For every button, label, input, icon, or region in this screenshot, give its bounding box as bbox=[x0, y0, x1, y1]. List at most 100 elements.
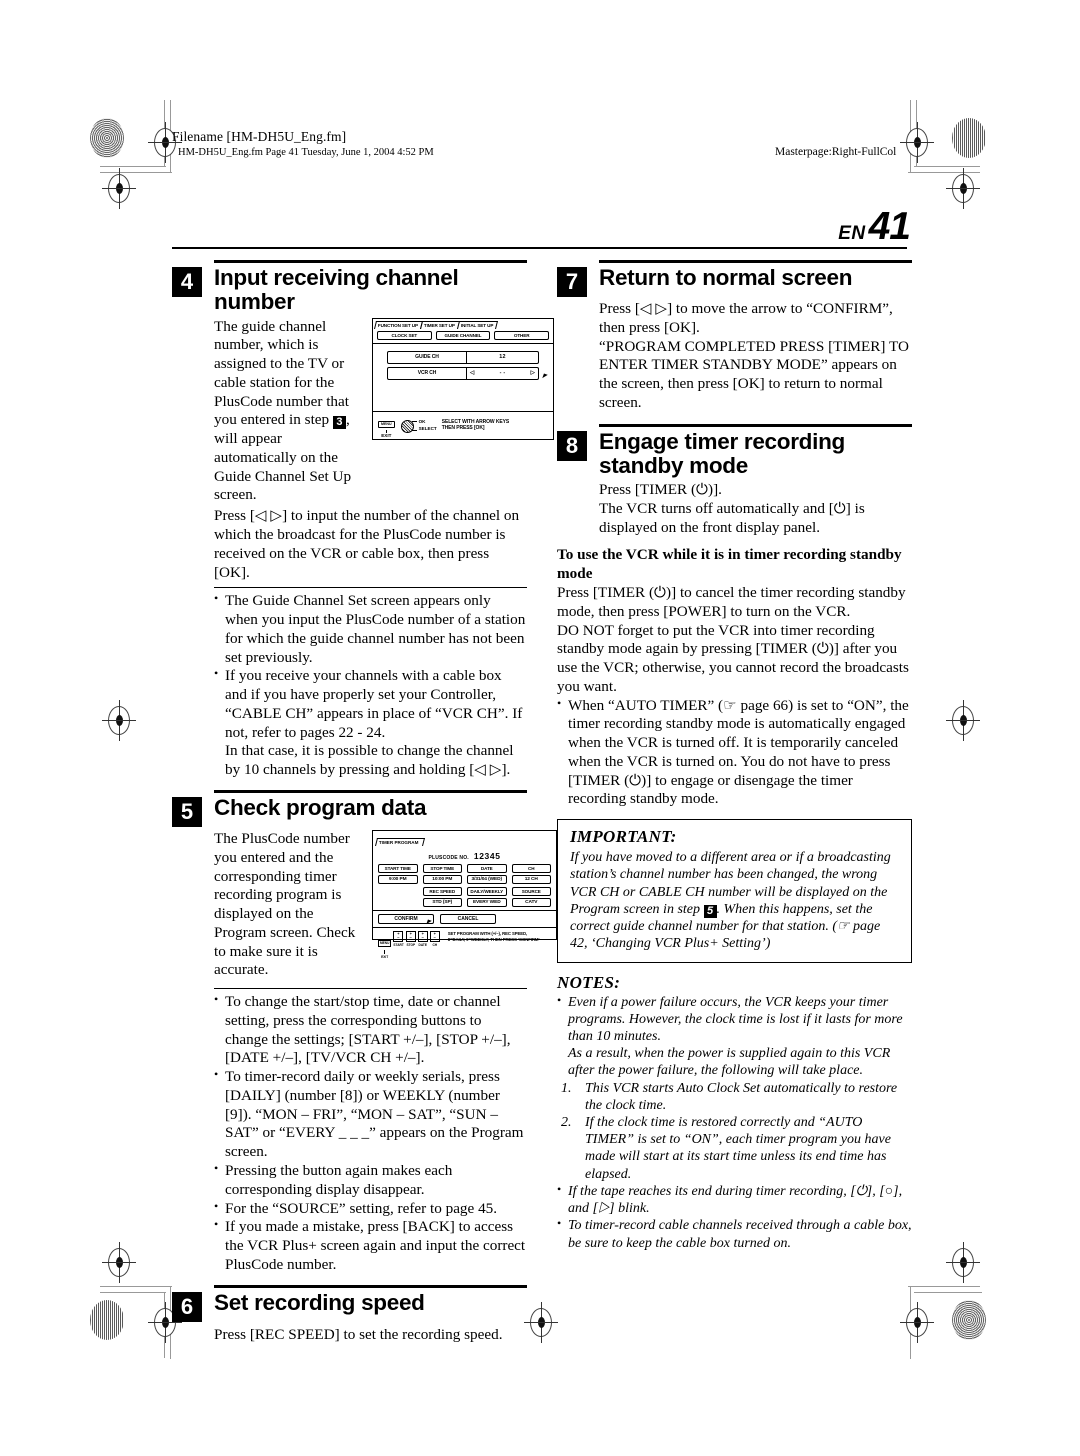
crop-line-bottom-left-h bbox=[100, 1286, 172, 1287]
osd-row-vcr-ch[interactable]: VCR CH ◁ - - ▷ bbox=[387, 366, 539, 380]
guide-channel-osd-figure: FUNCTION SET UP TIMER SET UP INITIAL SET… bbox=[372, 317, 554, 440]
osd-tab-function-set-up[interactable]: FUNCTION SET UP bbox=[374, 320, 424, 329]
list-item: When “AUTO TIMER” (☞ page 66) is set to … bbox=[557, 696, 912, 810]
step-4-para2: Press [◁ ▷] to input the number of the c… bbox=[214, 507, 520, 581]
osd-timer-key-legend: MENU EXIT + − START + − STOP + − DATE + … bbox=[378, 930, 442, 959]
plus-minus-key-date: + − DATE bbox=[417, 930, 428, 947]
osd-field-value: EVERY WED bbox=[467, 897, 507, 907]
osd-subtab-guide-channel[interactable]: GUIDE CHANNEL bbox=[435, 330, 491, 340]
registration-mark bbox=[946, 168, 980, 209]
left-column: 4 Input receiving channel number The gui… bbox=[172, 260, 557, 1344]
step-5-intro: The PlusCode number you entered and the … bbox=[214, 829, 356, 979]
step-6-header: 6 Set recording speed bbox=[172, 1284, 527, 1322]
osd-row-label: VCR CH bbox=[388, 367, 467, 379]
menu-key-label: MENU bbox=[378, 939, 392, 947]
step-4-intro: The guide channel number, which is assig… bbox=[214, 317, 349, 429]
osd-field-stop-time[interactable]: STOP TIME 10:00 PM bbox=[422, 863, 462, 884]
osd-timer-actions: CONFIRM CANCEL bbox=[373, 909, 556, 927]
important-title: IMPORTANT: bbox=[570, 827, 677, 847]
list-item: If the tape reaches its end during timer… bbox=[557, 1182, 912, 1217]
timer-program-osd-figure: TIMER PROGRAM PLUSCODE NO. 12345 START TI… bbox=[372, 829, 557, 959]
osd-tab-row: FUNCTION SET UP TIMER SET UP INITIAL SET… bbox=[373, 319, 553, 329]
osd-field-label: START TIME bbox=[378, 863, 418, 873]
osd-row-value: - - bbox=[499, 370, 506, 377]
right-arrow-icon[interactable]: ▷ bbox=[531, 370, 535, 376]
osd-field-rec-speed[interactable]: REC SPEED STD (SP) bbox=[422, 886, 462, 907]
list-item: 2. If the clock time is restored correctl… bbox=[559, 1114, 912, 1183]
osd-pluscode-row: PLUSCODE NO. 12345 bbox=[373, 849, 556, 864]
step-4-rule bbox=[214, 260, 527, 263]
osd-tab-timer-set-up[interactable]: TIMER SET UP bbox=[420, 320, 461, 329]
notes-ordered-list: 1. This VCR starts Auto Clock Set automat… bbox=[557, 1080, 912, 1183]
registration-mark bbox=[900, 122, 934, 163]
step-6-body: Press [REC SPEED] to set the recording s… bbox=[214, 1325, 503, 1343]
step-8-bullet-list: When “AUTO TIMER” (☞ page 66) is set to … bbox=[557, 696, 912, 810]
osd-field-value: 3/31/04 (WED) bbox=[467, 874, 507, 884]
print-screen-patch-bottom-left bbox=[90, 1300, 124, 1340]
crop-line-bottom-right-v2 bbox=[916, 1292, 982, 1293]
crop-line-top-right-h2 bbox=[914, 166, 980, 167]
osd-subtab-clock-set[interactable]: CLOCK SET bbox=[377, 330, 432, 340]
registration-mark bbox=[102, 700, 136, 741]
jog-wheel-icon bbox=[399, 418, 417, 433]
print-screen-patch-bottom-right bbox=[952, 1300, 986, 1340]
osd-field-start-time[interactable]: START TIME 9:00 PM bbox=[378, 863, 418, 884]
osd-guide-channel-screen: FUNCTION SET UP TIMER SET UP INITIAL SET… bbox=[372, 317, 554, 440]
step-4-divider bbox=[214, 587, 527, 589]
osd-pluscode-label: PLUSCODE NO. bbox=[428, 854, 469, 861]
select-key-label: SELECT bbox=[418, 426, 437, 432]
important-callout: IMPORTANT: If you have moved to a differ… bbox=[557, 819, 912, 963]
exit-key-label: EXIT bbox=[381, 954, 389, 959]
registration-mark bbox=[946, 1242, 980, 1283]
step-5-header: 5 Check program data bbox=[172, 789, 527, 827]
osd-field-label: DATE bbox=[467, 863, 507, 873]
osd-field-value: 10:00 PM bbox=[422, 874, 462, 884]
osd-field-label: STOP TIME bbox=[422, 863, 462, 873]
osd-tab-label: TIMER SET UP bbox=[423, 322, 455, 328]
crop-line-bottom-left-h2 bbox=[100, 1292, 166, 1293]
osd-timer-field-row-1: START TIME 9:00 PM STOP TIME 10:00 PM DA… bbox=[378, 863, 551, 884]
step-5-number: 5 bbox=[172, 796, 202, 827]
left-arrow-icon[interactable]: ◁ bbox=[470, 370, 474, 376]
osd-field-label: DAILY/WEEKLY bbox=[467, 886, 507, 896]
osd-field-source[interactable]: SOURCE CATV bbox=[511, 886, 551, 907]
osd-field-label: REC SPEED bbox=[422, 886, 462, 896]
registration-mark bbox=[102, 1242, 136, 1283]
plus-minus-key-ch: + − CH bbox=[429, 930, 440, 947]
step-8-subheading: To use the VCR while it is in timer reco… bbox=[557, 546, 902, 583]
osd-field-value: 9:00 PM bbox=[378, 874, 418, 884]
step-5-intro-row: The PlusCode number you entered and the … bbox=[214, 829, 557, 980]
page-number-value: 41 bbox=[868, 205, 911, 248]
page-lang-code: EN bbox=[838, 223, 866, 244]
osd-cancel-button[interactable]: CANCEL bbox=[440, 913, 496, 924]
step-7-rule bbox=[599, 260, 912, 263]
osd-footer-legend: MENU EXIT OK SELECT SELECT WITH ARROW KE… bbox=[373, 410, 553, 439]
step-6-rule bbox=[214, 1284, 527, 1288]
exit-key-label: EXIT bbox=[381, 433, 392, 439]
masterpage-label: Masterpage:Right-FullCol bbox=[775, 146, 897, 158]
list-item-number: 2. bbox=[561, 1115, 572, 1131]
osd-field-label: CH bbox=[511, 863, 551, 873]
osd-field-ch[interactable]: CH 12 CH bbox=[511, 863, 551, 884]
list-item: If you made a mistake, press [BACK] to a… bbox=[214, 1217, 527, 1274]
osd-tab-initial-set-up[interactable]: INITIAL SET UP bbox=[457, 320, 499, 329]
crop-line-top-left-h2 bbox=[100, 166, 166, 167]
page-number-rule bbox=[172, 247, 907, 249]
osd-footer-message-line2: THEN PRESS [OK] bbox=[441, 425, 485, 432]
osd-field-daily-weekly[interactable]: DAILY/WEEKLY EVERY WED bbox=[467, 886, 507, 907]
osd-field-date[interactable]: DATE 3/31/04 (WED) bbox=[467, 863, 507, 884]
osd-timer-tab[interactable]: TIMER PROGRAM bbox=[375, 837, 425, 846]
step-8-title: Engage timer recording standby mode bbox=[599, 428, 845, 478]
list-item: The Guide Channel Set screen appears onl… bbox=[214, 591, 527, 667]
step-4-title: Input receiving channel number bbox=[214, 265, 459, 315]
step-7-body: Press [◁ ▷] to move the arrow to “CONFIR… bbox=[599, 300, 909, 411]
step-4-intro-row: The guide channel number, which is assig… bbox=[214, 317, 554, 506]
crop-line-top-right-h bbox=[908, 172, 980, 173]
osd-field-label: SOURCE bbox=[511, 886, 551, 896]
osd-subtab-row: CLOCK SET GUIDE CHANNEL OTHER bbox=[373, 329, 553, 343]
osd-subtab-other[interactable]: OTHER bbox=[494, 330, 550, 340]
osd-row-value-stepper[interactable]: ◁ - - ▷ bbox=[467, 368, 538, 379]
step-8-subbody: Press [TIMER (⏻)] to cancel the timer re… bbox=[557, 584, 909, 695]
cursor-pointer-icon bbox=[426, 919, 432, 926]
registration-mark bbox=[524, 1302, 558, 1343]
